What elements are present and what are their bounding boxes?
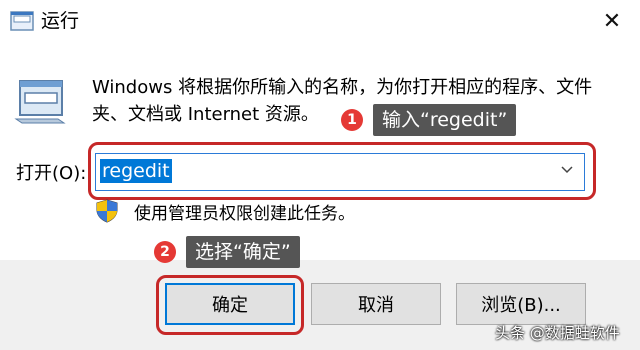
open-field-label: 打开(O): — [16, 163, 87, 184]
annotation-callout-1: 1 输入“regedit” — [341, 104, 517, 136]
step-badge: 2 — [154, 241, 176, 263]
title-bar: 运行 ✕ — [0, 0, 640, 44]
command-input[interactable]: regedit — [100, 159, 172, 183]
annotation-text: 输入“regedit” — [373, 104, 517, 136]
ok-button[interactable]: 确定 — [165, 283, 295, 325]
close-icon: ✕ — [602, 8, 622, 34]
run-app-icon — [10, 11, 34, 31]
cancel-button[interactable]: 取消 — [311, 283, 441, 325]
step-badge: 1 — [341, 109, 363, 131]
window-title: 运行 — [41, 10, 80, 32]
close-button[interactable]: ✕ — [592, 4, 632, 38]
chevron-down-icon[interactable] — [560, 162, 574, 176]
run-program-icon — [14, 80, 66, 124]
annotation-callout-2: 2 选择“确定” — [154, 236, 300, 268]
admin-privilege-note: 使用管理员权限创建此任务。 — [134, 204, 355, 224]
command-combobox[interactable]: regedit — [95, 153, 585, 191]
annotation-text: 选择“确定” — [186, 236, 300, 268]
uac-shield-icon — [96, 199, 118, 223]
watermark: 头条 @数据蛙软件 — [495, 324, 620, 342]
browse-button[interactable]: 浏览(B)... — [456, 283, 586, 325]
